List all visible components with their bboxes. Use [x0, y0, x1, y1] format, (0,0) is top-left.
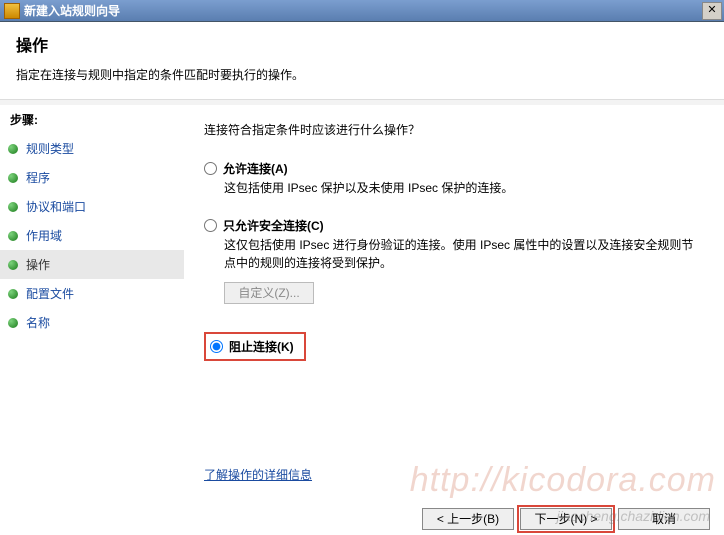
radio-allow[interactable]: [204, 162, 217, 175]
steps-sidebar: 步骤: 规则类型 程序 协议和端口 作用域 操作 配置文件 名称: [0, 105, 184, 503]
option-secure-row[interactable]: 只允许安全连接(C): [204, 217, 704, 234]
bullet-icon: [8, 318, 18, 328]
option-block[interactable]: 阻止连接(K): [204, 332, 306, 361]
step-label: 配置文件: [26, 285, 74, 302]
wizard-header: 操作 指定在连接与规则中指定的条件匹配时要执行的操作。: [0, 22, 724, 99]
radio-secure[interactable]: [204, 219, 217, 232]
close-button[interactable]: ✕: [702, 2, 722, 20]
step-label: 程序: [26, 169, 50, 186]
bullet-icon: [8, 173, 18, 183]
learn-more-link[interactable]: 了解操作的详细信息: [204, 466, 704, 483]
step-label: 协议和端口: [26, 198, 86, 215]
wizard-body: 步骤: 规则类型 程序 协议和端口 作用域 操作 配置文件 名称: [0, 105, 724, 503]
app-icon: [4, 3, 20, 19]
option-secure: 只允许安全连接(C) 这仅包括使用 IPsec 进行身份验证的连接。使用 IPs…: [204, 217, 704, 304]
step-protocol[interactable]: 协议和端口: [0, 192, 184, 221]
option-secure-desc: 这仅包括使用 IPsec 进行身份验证的连接。使用 IPsec 属性中的设置以及…: [224, 236, 704, 272]
steps-label: 步骤:: [0, 109, 184, 134]
page-subtitle: 指定在连接与规则中指定的条件匹配时要执行的操作。: [16, 66, 708, 83]
bullet-icon: [8, 144, 18, 154]
page-title: 操作: [16, 32, 708, 56]
option-secure-label: 只允许安全连接(C): [223, 217, 324, 234]
step-scope[interactable]: 作用域: [0, 221, 184, 250]
window-title: 新建入站规则向导: [24, 2, 702, 19]
radio-block[interactable]: [210, 340, 223, 353]
titlebar: 新建入站规则向导 ✕: [0, 0, 724, 22]
step-program[interactable]: 程序: [0, 163, 184, 192]
bullet-icon: [8, 202, 18, 212]
content-area: 连接符合指定条件时应该进行什么操作？ 允许连接(A) 这包括使用 IPsec 保…: [184, 105, 724, 503]
wizard-footer: < 上一步(B) 下一步(N) > 取消: [0, 503, 724, 535]
step-label: 规则类型: [26, 140, 74, 157]
step-label: 名称: [26, 314, 50, 331]
back-button[interactable]: < 上一步(B): [422, 508, 514, 530]
option-block-label: 阻止连接(K): [229, 338, 294, 355]
next-button[interactable]: 下一步(N) >: [520, 508, 612, 530]
bullet-icon: [8, 260, 18, 270]
cancel-button[interactable]: 取消: [618, 508, 710, 530]
option-allow-row[interactable]: 允许连接(A): [204, 160, 704, 177]
option-allow-desc: 这包括使用 IPsec 保护以及未使用 IPsec 保护的连接。: [224, 179, 704, 197]
step-rule-type[interactable]: 规则类型: [0, 134, 184, 163]
step-action[interactable]: 操作: [0, 250, 184, 279]
bullet-icon: [8, 231, 18, 241]
step-label: 作用域: [26, 227, 62, 244]
step-profile[interactable]: 配置文件: [0, 279, 184, 308]
option-allow: 允许连接(A) 这包括使用 IPsec 保护以及未使用 IPsec 保护的连接。: [204, 160, 704, 207]
step-label: 操作: [26, 256, 50, 273]
step-name[interactable]: 名称: [0, 308, 184, 337]
customize-button: 自定义(Z)...: [224, 282, 314, 304]
option-allow-label: 允许连接(A): [223, 160, 288, 177]
bullet-icon: [8, 289, 18, 299]
content-prompt: 连接符合指定条件时应该进行什么操作？: [204, 121, 704, 138]
